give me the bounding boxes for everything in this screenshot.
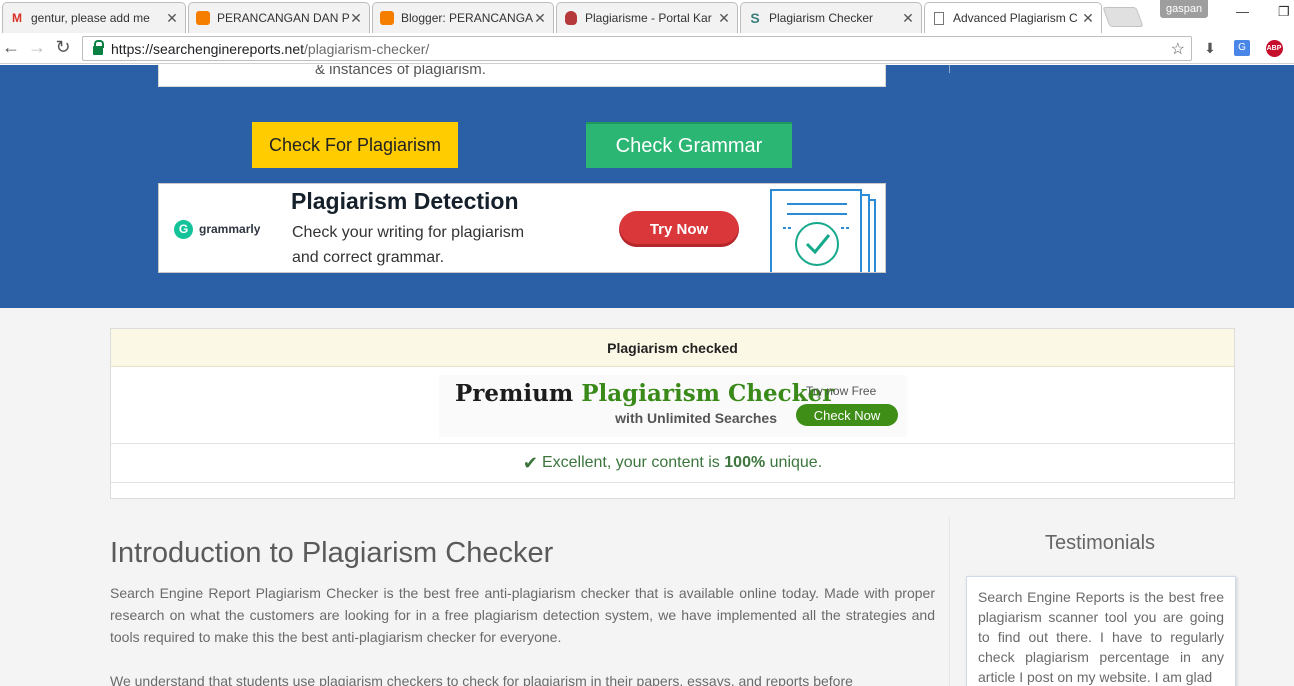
browser-toolbar: ← → ↻ https://searchenginereports.net/pl…	[0, 33, 1294, 64]
intro-section: Introduction to Plagiarism Checker Searc…	[110, 537, 935, 686]
tab-plagiarism-checker[interactable]: S Plagiarism Checker ✕	[740, 2, 922, 33]
tab-title: Plagiarisme - Portal Kar	[585, 11, 712, 25]
status-suffix: unique.	[769, 454, 823, 471]
promo-word-1: Premium	[455, 380, 574, 407]
hero-section: & instances of plagiarism. Check For Pla…	[0, 65, 1294, 308]
grammarly-ad-banner[interactable]: G grammarly Plagiarism Detection Check y…	[158, 183, 886, 273]
close-icon[interactable]: ✕	[717, 10, 731, 27]
gmail-icon: M	[12, 11, 22, 25]
document-check-icon	[770, 189, 876, 272]
browser-tab-strip: M gentur, please add me ✕ PERANCANGAN DA…	[0, 0, 1294, 33]
blogger-icon	[195, 10, 211, 26]
check-for-plagiarism-button[interactable]: Check For Plagiarism	[252, 122, 458, 168]
premium-promo-banner[interactable]: Premium Plagiarism Checker with Unlimite…	[439, 375, 907, 437]
intro-title: Introduction to Plagiarism Checker	[110, 537, 554, 569]
tab-title: PERANCANGAN DAN PE	[217, 11, 349, 25]
blogger-icon	[379, 10, 395, 26]
input-box-bottom: & instances of plagiarism.	[158, 65, 886, 87]
ad-subtext: Check your writing for plagiarism and co…	[292, 220, 582, 270]
tab-blogger-1[interactable]: PERANCANGAN DAN PE ✕	[188, 2, 370, 33]
tab-gmail[interactable]: M gentur, please add me ✕	[2, 2, 186, 33]
check-grammar-button[interactable]: Check Grammar	[586, 122, 792, 168]
close-icon[interactable]: ✕	[165, 10, 179, 27]
plagiarism-result: ✔ Excellent, your content is 100% unique…	[111, 444, 1234, 483]
back-icon[interactable]: ←	[0, 36, 22, 58]
url-path: /plagiarism-checker/	[304, 40, 430, 57]
url-host: https://searchenginereports.net	[111, 40, 305, 57]
results-panel: Plagiarism checked Premium Plagiarism Ch…	[110, 328, 1235, 499]
smallseotools-icon: S	[750, 10, 760, 26]
results-header: Plagiarism checked	[111, 329, 1234, 367]
tab-title: Advanced Plagiarism C	[953, 11, 1078, 25]
tab-title: gentur, please add me	[31, 11, 150, 25]
close-icon[interactable]: ✕	[533, 10, 547, 27]
page-content: & instances of plagiarism. Check For Pla…	[0, 65, 1294, 686]
translate-icon[interactable]: G	[1233, 38, 1251, 58]
new-tab-button[interactable]	[1102, 7, 1144, 27]
ad-line-2: and correct grammar.	[292, 249, 445, 266]
close-icon[interactable]: ✕	[349, 10, 363, 27]
premium-promo-row: Premium Plagiarism Checker with Unlimite…	[111, 367, 1234, 444]
testimonial-text: Search Engine Reports is the best free p…	[978, 589, 1224, 685]
profile-badge[interactable]: gaspan	[1160, 0, 1209, 18]
promo-subtitle: with Unlimited Searches	[615, 410, 777, 426]
promo-title: Premium Plagiarism Checker	[455, 380, 834, 407]
testimonial-card: Search Engine Reports is the best free p…	[966, 576, 1236, 686]
cut-text: & instances of plagiarism.	[315, 65, 486, 78]
lock-icon	[93, 40, 104, 55]
minimize-icon[interactable]: —	[1236, 4, 1249, 19]
forward-icon[interactable]: →	[26, 36, 48, 58]
tab-advanced-plagiarism[interactable]: Advanced Plagiarism C ✕	[924, 2, 1102, 33]
unique-percentage: 100%	[724, 454, 766, 471]
ad-line-1: Check your writing for plagiarism	[292, 224, 525, 241]
promo-word-2: Plagiarism Checker	[581, 380, 835, 407]
sidebar-divider	[949, 517, 950, 686]
ad-brand: grammarly	[199, 222, 261, 236]
intro-paragraph-1: Search Engine Report Plagiarism Checker …	[110, 585, 935, 645]
divider	[949, 65, 950, 73]
reload-icon[interactable]: ↻	[52, 36, 74, 58]
status-prefix: Excellent, your content is	[541, 454, 720, 471]
intro-paragraph-2: We understand that students use plagiari…	[110, 673, 853, 686]
bookmark-star-icon[interactable]: ☆	[1171, 39, 1185, 59]
close-icon[interactable]: ✕	[1081, 10, 1095, 27]
close-icon[interactable]: ✕	[901, 10, 915, 27]
grammarly-logo-icon: G	[174, 220, 193, 239]
restore-icon[interactable]: ❐	[1278, 4, 1290, 20]
page-icon	[931, 10, 947, 26]
check-now-button[interactable]: Check Now	[796, 404, 898, 426]
checkmark-icon: ✔	[522, 452, 538, 473]
adblock-icon[interactable]: ABP	[1264, 38, 1284, 58]
portal-icon	[563, 10, 579, 26]
tab-title: Plagiarism Checker	[769, 11, 874, 25]
tab-title: Blogger: PERANCANGA	[401, 11, 533, 25]
ad-heading: Plagiarism Detection	[291, 188, 519, 214]
tab-blogger-2[interactable]: Blogger: PERANCANGA ✕	[372, 2, 554, 33]
download-icon[interactable]: ⬇	[1202, 38, 1218, 58]
try-now-button[interactable]: Try Now	[619, 211, 739, 247]
tab-portal[interactable]: Plagiarisme - Portal Kar ✕	[556, 2, 738, 33]
address-bar[interactable]: https://searchenginereports.net/plagiari…	[82, 36, 1192, 61]
testimonials-title: Testimonials	[1044, 532, 1156, 554]
promo-try-label: Try now Free	[806, 384, 877, 398]
